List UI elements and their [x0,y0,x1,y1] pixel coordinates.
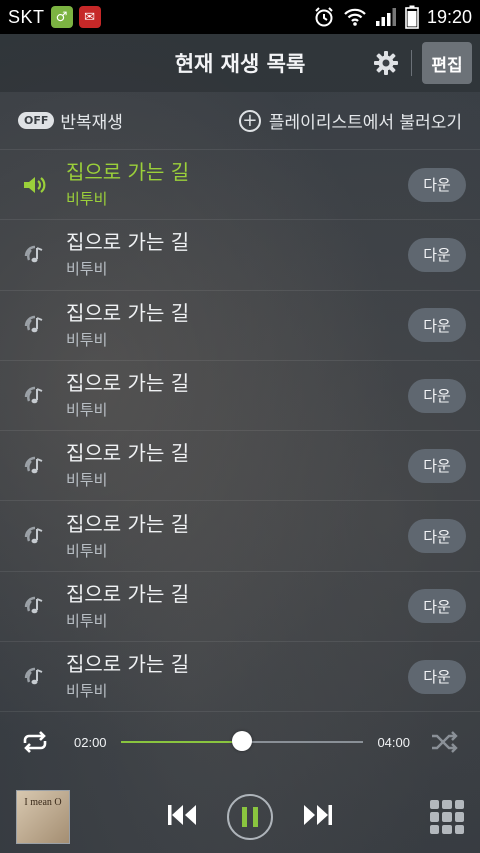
song-title: 집으로 가는 길 [66,581,190,606]
seek-fill [120,741,242,744]
song-title: 집으로 가는 길 [66,230,190,255]
repeat-toggle[interactable]: OFF [18,112,55,129]
battery-icon [405,5,419,29]
list-item[interactable]: 집으로 가는 길 비투비 다운 [0,501,480,572]
options-row: OFF 반복재생 + 플레이리스트에서 불러오기 [0,92,480,150]
list-item[interactable]: 집으로 가는 길 비투비 다운 [0,291,480,361]
playlist: 집으로 가는 길 비투비 다운 집으로 가는 길 비투비 다운 집으로 가는 길… [0,150,480,713]
list-item[interactable]: 집으로 가는 길 비투비 다운 [0,431,480,502]
app-header: 현재 재생 목록 편집 [0,34,480,92]
seek-thumb[interactable] [232,731,252,752]
current-time: 02:00 [74,734,107,750]
song-artist: 비투비 [66,611,108,630]
notification-app-icon: ✉ [78,6,101,28]
album-art[interactable]: I mean O [16,790,70,844]
wifi-icon [343,7,367,27]
pause-button[interactable] [227,794,273,840]
music-note-icon [20,451,50,481]
song-title: 집으로 가는 길 [66,300,190,325]
list-item[interactable]: 집으로 가는 길 비투비 다운 [0,642,480,713]
progress-bar-row: 02:00 04:00 [0,712,480,772]
album-art-text: I mean O [24,797,62,808]
song-artist: 비투비 [66,260,108,279]
seek-track[interactable] [120,731,364,752]
speaker-playing-icon [20,170,50,200]
song-artist: 비투비 [66,401,108,420]
load-playlist-button[interactable]: + 플레이리스트에서 불러오기 [238,108,462,133]
download-button[interactable]: 다운 [408,589,466,624]
song-artist: 비투비 [66,471,108,490]
song-title: 집으로 가는 길 [66,441,190,466]
clock-time: 19:20 [426,6,472,27]
carrier-label: SKT [8,6,45,27]
previous-track-icon[interactable] [167,804,197,830]
song-title: 집으로 가는 길 [66,652,190,677]
music-note-icon [20,662,50,692]
download-button[interactable]: 다운 [408,378,466,413]
repeat-icon[interactable] [20,727,50,757]
gender-app-icon: ♂ [50,6,73,28]
signal-icon [375,7,397,27]
settings-gear-icon[interactable] [371,48,401,78]
player-bar: I mean O [0,781,480,853]
download-button[interactable]: 다운 [408,237,466,272]
header-divider [411,50,412,76]
music-note-icon [20,240,50,270]
load-playlist-label: 플레이리스트에서 불러오기 [268,113,462,133]
pause-icon [242,807,258,827]
download-button[interactable]: 다운 [408,308,466,343]
download-button[interactable]: 다운 [408,448,466,483]
repeat-label[interactable]: 반복재생 [60,108,123,133]
music-note-icon [20,381,50,411]
list-item[interactable]: 집으로 가는 길 비투비 다운 [0,361,480,432]
download-button[interactable]: 다운 [408,167,466,202]
song-artist: 비투비 [66,682,108,701]
edit-button[interactable]: 편집 [422,42,472,84]
music-note-icon [20,591,50,621]
next-track-icon[interactable] [303,804,333,830]
list-item[interactable]: 집으로 가는 길 비투비 다운 [0,220,480,291]
song-artist: 비투비 [66,190,108,209]
download-button[interactable]: 다운 [408,659,466,694]
status-bar: SKT ♂ ✉ 19:20 [0,0,480,34]
song-title: 집으로 가는 길 [66,511,190,536]
music-note-icon [20,310,50,340]
music-note-icon [20,521,50,551]
song-title: 집으로 가는 길 [66,371,190,396]
total-time: 04:00 [377,734,410,750]
menu-grid-icon[interactable] [430,800,464,834]
shuffle-icon[interactable] [430,727,460,757]
download-button[interactable]: 다운 [408,519,466,554]
list-item[interactable]: 집으로 가는 길 비투비 다운 [0,572,480,643]
alarm-clock-icon [313,6,335,28]
song-artist: 비투비 [66,330,108,349]
song-title: 집으로 가는 길 [66,160,190,185]
add-circle-icon: + [238,109,261,132]
song-artist: 비투비 [66,541,108,560]
list-item[interactable]: 집으로 가는 길 비투비 다운 [0,150,480,221]
